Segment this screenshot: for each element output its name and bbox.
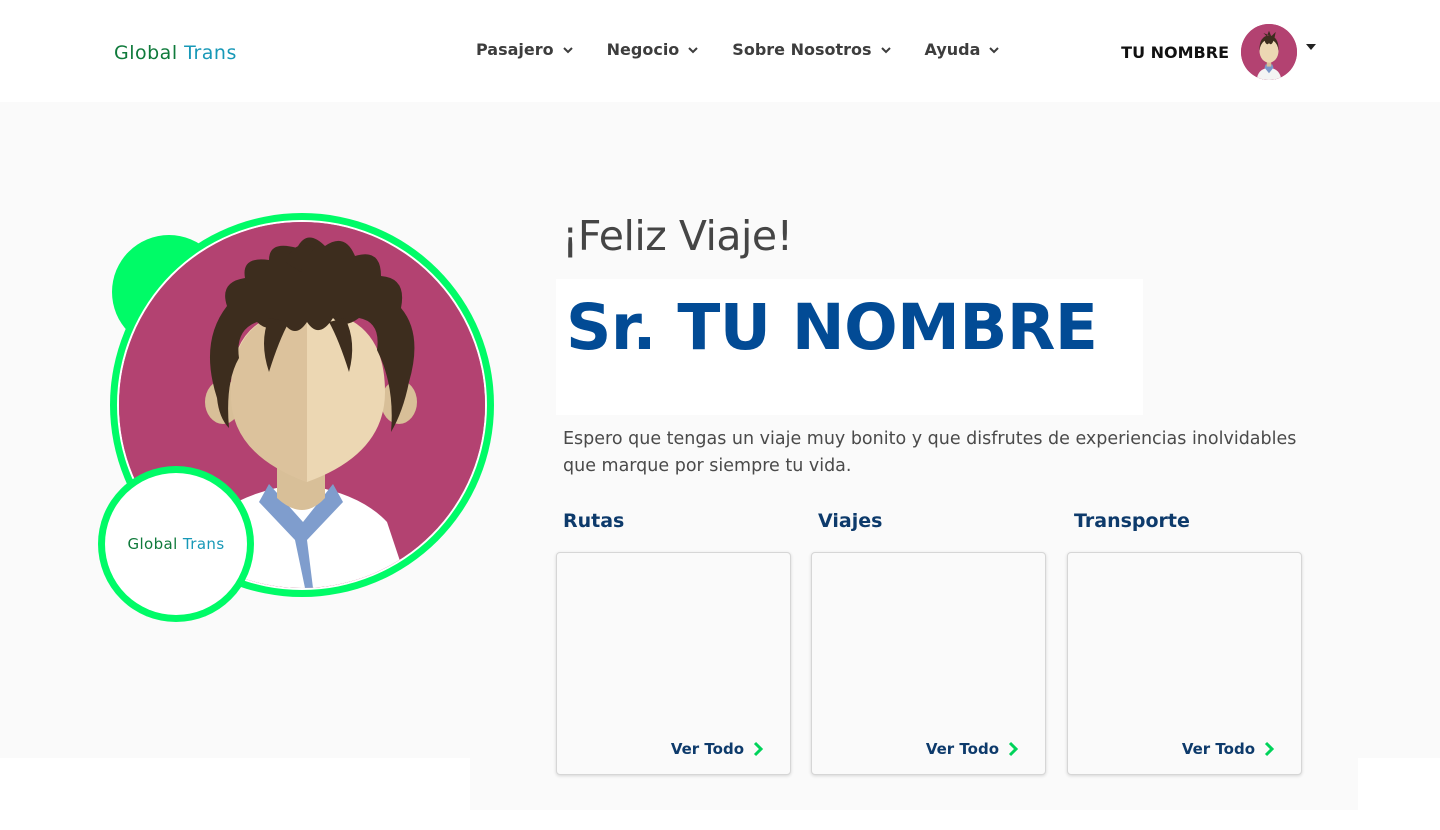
avatar-illustration-icon — [1241, 24, 1297, 80]
user-name: TU NOMBRE — [1121, 42, 1229, 62]
link-label: Ver Todo — [925, 740, 999, 758]
nav-label: Ayuda — [924, 40, 981, 59]
section-title-viajes: Viajes — [818, 510, 883, 532]
logo-text-trans: Trans — [184, 42, 237, 64]
welcome-description: Espero que tengas un viaje muy bonito y … — [563, 429, 1297, 476]
nav-label: Negocio — [606, 40, 680, 59]
avatar[interactable] — [1241, 24, 1297, 80]
logo-text-global: Global — [114, 42, 178, 64]
nav-label: Sobre Nosotros — [732, 40, 872, 59]
badge-logo-trans: Trans — [182, 535, 225, 553]
badge-logo-global: Global — [127, 535, 178, 553]
chevron-right-icon — [1264, 741, 1275, 757]
section-title-transporte: Transporte — [1074, 510, 1190, 532]
nav-item-sobre-nosotros[interactable]: Sobre Nosotros — [732, 40, 891, 59]
link-label: Ver Todo — [1181, 740, 1255, 758]
caret-down-icon — [1306, 44, 1316, 50]
chevron-down-icon — [989, 46, 1000, 53]
section-title-rutas: Rutas — [563, 510, 625, 532]
brand-badge: Global Trans — [98, 466, 254, 622]
brand-badge-inner: Global Trans — [105, 473, 247, 615]
nav-item-pasajero[interactable]: Pasajero — [476, 40, 574, 59]
chevron-down-icon — [562, 46, 573, 53]
user-full-name: Sr. TU NOMBRE — [566, 291, 1098, 364]
main-nav: Pasajero Negocio Sobre Nosotros Ayuda — [476, 40, 1033, 59]
card-rutas: Ver Todo — [556, 552, 791, 775]
user-menu[interactable]: TU NOMBRE — [1121, 24, 1316, 80]
chevron-down-icon — [880, 46, 891, 53]
chevron-right-icon — [1008, 741, 1019, 757]
nav-label: Pasajero — [476, 40, 554, 59]
greeting-heading: ¡Feliz Viaje! — [562, 212, 793, 260]
chevron-down-icon — [688, 46, 699, 53]
top-navbar: Global Trans Pasajero Negocio Sobre Noso… — [0, 0, 1440, 102]
card-viajes: Ver Todo — [811, 552, 1046, 775]
chevron-right-icon — [753, 741, 764, 757]
nav-item-negocio[interactable]: Negocio — [607, 40, 700, 59]
ver-todo-link-rutas[interactable]: Ver Todo — [671, 740, 764, 758]
link-label: Ver Todo — [670, 740, 744, 758]
user-name-panel: Sr. TU NOMBRE — [556, 279, 1143, 415]
ver-todo-link-transporte[interactable]: Ver Todo — [1182, 740, 1275, 758]
ver-todo-link-viajes[interactable]: Ver Todo — [926, 740, 1019, 758]
site-logo[interactable]: Global Trans — [114, 42, 237, 64]
nav-item-ayuda[interactable]: Ayuda — [925, 40, 1001, 59]
badge-logo: Global Trans — [127, 535, 224, 553]
card-transporte: Ver Todo — [1067, 552, 1302, 775]
